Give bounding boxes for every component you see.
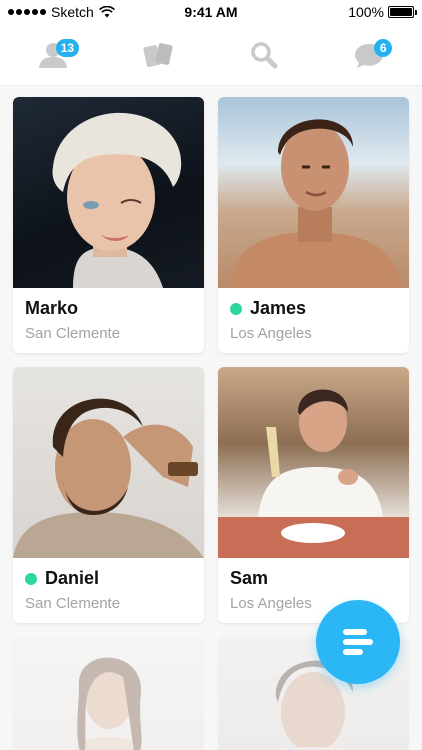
profile-name: Sam (230, 568, 269, 588)
profile-card[interactable]: Marko San Clemente (13, 97, 204, 353)
profile-name: Marko (25, 298, 79, 318)
nav-people[interactable]: 13 (23, 33, 83, 77)
profile-name: Daniel (45, 568, 100, 588)
profile-info: Daniel San Clemente (13, 558, 204, 622)
status-left: Sketch (8, 4, 115, 20)
profile-card[interactable]: Sam Los Angeles (218, 367, 409, 623)
profile-info: James Los Angeles (218, 288, 409, 352)
profile-city: San Clemente (25, 595, 121, 612)
online-indicator (230, 302, 242, 315)
menu-bars-icon (343, 629, 373, 655)
top-nav: 13 6 (0, 24, 422, 86)
online-indicator (25, 572, 37, 585)
battery-icon (388, 6, 417, 18)
profile-photo (218, 367, 409, 558)
profile-city: San Clemente (25, 325, 121, 342)
name-row: Daniel (25, 568, 192, 589)
profile-photo (13, 97, 204, 288)
search-icon (251, 41, 278, 68)
profile-card[interactable] (13, 637, 204, 750)
signal-dots-icon (8, 9, 46, 15)
wifi-icon (98, 6, 115, 18)
profile-card[interactable]: James Los Angeles (218, 97, 409, 353)
nav-search[interactable] (234, 33, 294, 77)
battery-fill (390, 8, 412, 16)
name-row: Marko (25, 298, 192, 319)
menu-fab-button[interactable] (316, 600, 400, 684)
profile-photo (13, 637, 204, 750)
profile-info: Marko San Clemente (13, 288, 204, 352)
profile-city: Los Angeles (230, 325, 312, 342)
name-row: Sam (230, 568, 397, 589)
profile-photo (13, 367, 204, 558)
people-badge: 13 (55, 38, 80, 57)
status-right: 100% (348, 4, 417, 20)
cards-icon (143, 42, 173, 67)
carrier-label: Sketch (51, 4, 94, 20)
chat-badge: 6 (374, 38, 393, 57)
name-row: James (230, 298, 397, 319)
nav-chat[interactable]: 6 (339, 33, 399, 77)
battery-percent: 100% (348, 4, 384, 20)
nav-cards[interactable] (128, 33, 188, 77)
profile-name: James (250, 298, 307, 318)
profile-photo (218, 97, 409, 288)
status-bar: Sketch 9:41 AM 100% (0, 0, 422, 24)
profile-card[interactable]: Daniel San Clemente (13, 367, 204, 623)
